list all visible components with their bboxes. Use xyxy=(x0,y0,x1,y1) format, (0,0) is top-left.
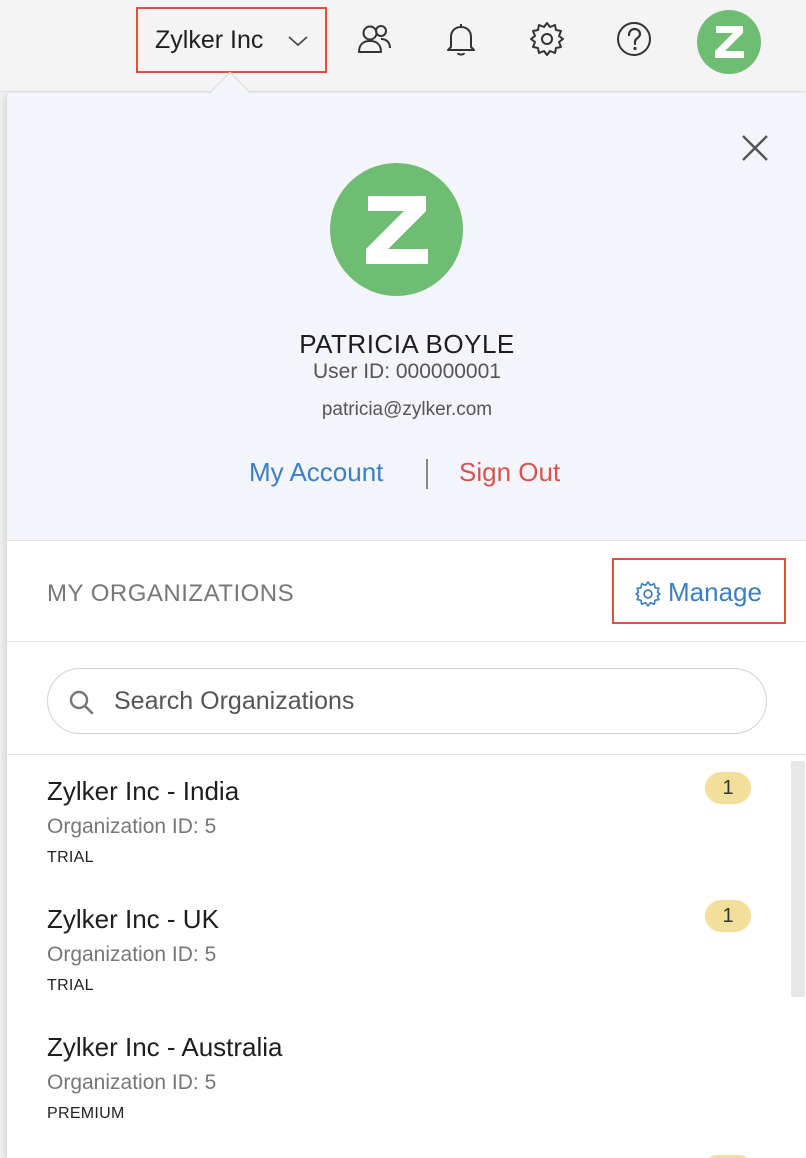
link-divider xyxy=(426,459,428,489)
gear-icon[interactable] xyxy=(527,19,567,59)
org-switcher[interactable]: Zylker Inc xyxy=(136,7,327,73)
org-id: Organization ID: 5 xyxy=(47,943,217,966)
account-links: My Account Sign Out xyxy=(7,457,806,493)
org-list-item[interactable]: Zylker Inc - UK Organization ID: 5 TRIAL… xyxy=(7,884,787,1012)
close-icon[interactable] xyxy=(740,133,770,163)
avatar[interactable] xyxy=(697,10,761,74)
bell-icon[interactable] xyxy=(441,19,481,59)
avatar-letter-icon xyxy=(715,26,744,58)
org-list-item[interactable]: Zylker Inc - Australia Organization ID: … xyxy=(7,1012,787,1140)
search-input[interactable] xyxy=(114,679,734,723)
user-id: User ID: 000000001 xyxy=(313,360,501,383)
scrollbar-thumb[interactable] xyxy=(791,761,805,997)
notification-badge: 1 xyxy=(705,900,751,932)
organization-list: Zylker Inc - India Organization ID: 5 TR… xyxy=(7,756,806,1158)
org-list-item[interactable]: Zylker Inc - India Organization ID: 5 TR… xyxy=(7,756,787,884)
users-icon[interactable] xyxy=(355,19,395,59)
org-name: Zylker Inc - India xyxy=(47,776,240,806)
profile-section: PATRICIA BOYLE User ID: 000000001 patric… xyxy=(7,93,806,541)
my-account-link[interactable]: My Account xyxy=(249,457,383,488)
help-icon[interactable] xyxy=(614,19,654,59)
top-bar: Zylker Inc xyxy=(0,0,806,92)
gear-icon xyxy=(635,581,661,607)
notification-badge: 1 xyxy=(705,772,751,804)
profile-avatar xyxy=(330,163,463,296)
organizations-title: MY ORGANIZATIONS xyxy=(47,580,295,607)
organizations-header: MY ORGANIZATIONS Manage xyxy=(7,542,806,642)
org-plan: TRIAL xyxy=(47,849,94,866)
org-switcher-label: Zylker Inc xyxy=(155,25,264,54)
sign-out-link[interactable]: Sign Out xyxy=(459,457,560,488)
avatar-letter-icon xyxy=(366,196,428,264)
search-icon xyxy=(69,690,94,715)
user-name: PATRICIA BOYLE xyxy=(299,329,515,359)
org-id: Organization ID: 5 xyxy=(47,1071,217,1094)
manage-button[interactable]: Manage xyxy=(612,558,786,624)
org-plan: PREMIUM xyxy=(47,1105,125,1122)
org-name: Zylker Inc - Australia xyxy=(47,1032,283,1062)
org-plan: TRIAL xyxy=(47,977,94,994)
user-email: patricia@zylker.com xyxy=(321,399,493,420)
org-id: Organization ID: 5 xyxy=(47,815,217,838)
org-name: Zylker Inc - UK xyxy=(47,904,219,934)
manage-label: Manage xyxy=(668,577,762,607)
chevron-down-icon xyxy=(288,36,308,47)
account-dropdown-panel: PATRICIA BOYLE User ID: 000000001 patric… xyxy=(6,93,806,1158)
search-box[interactable] xyxy=(47,668,767,734)
search-row xyxy=(7,643,806,755)
